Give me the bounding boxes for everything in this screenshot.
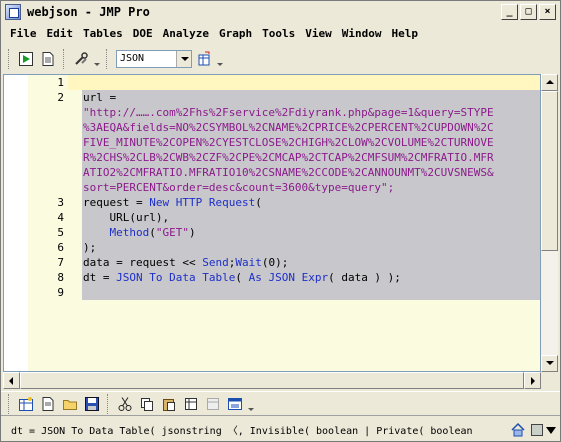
scrollbar-corner [541,372,558,389]
line-number: 6 [57,241,64,254]
code-line-5: Method("GET") [109,226,196,239]
menu-file[interactable]: File [5,27,42,40]
code-line-6: ); [83,241,97,254]
minimize-button[interactable]: _ [501,4,518,20]
menu-doe[interactable]: DOE [128,27,158,40]
close-button[interactable]: × [539,4,556,20]
horizontal-scrollbar[interactable] [3,372,541,389]
disabled-table-icon [203,394,223,414]
code-line-2: url = [83,91,117,104]
chevron-down-icon[interactable] [176,51,191,67]
scroll-down-icon[interactable] [541,355,558,372]
toolbar-grip [8,49,11,69]
menu-bar: File Edit Tables DOE Analyze Graph Tools… [1,23,560,43]
save-icon[interactable] [82,394,102,414]
toolbar-grip [8,393,11,414]
status-text: dt = JSON To Data Table( jsonstring 〈, I… [11,426,473,437]
toolbar-grip [107,393,110,414]
run-script-icon[interactable] [16,49,36,69]
new-script-icon[interactable] [38,394,58,414]
code-line-2-url: %3AEQA&fields=NO%2CSYMBOL%2CNAME%2CPRICE… [83,121,494,134]
jmp-app-icon [5,4,21,20]
menu-view[interactable]: View [300,27,337,40]
window-list-dropdown-icon[interactable] [247,394,255,414]
code-line-2-url: sort=PERCENT&order=desc&count=3600&type=… [83,181,395,194]
home-icon[interactable] [508,420,528,440]
table-combo-value: JSON [120,53,145,64]
window-list-icon[interactable] [225,394,245,414]
open-folder-icon[interactable] [60,394,80,414]
scroll-right-icon[interactable] [524,372,541,389]
line-number: 9 [57,286,64,299]
paste-icon[interactable] [159,394,179,414]
maximize-button[interactable]: □ [520,4,537,20]
line-number: 5 [57,226,64,239]
bottom-toolbar [1,391,560,415]
code-line-2-url: R%2CHS%2CLB%2CWB%2CZF%2CPE%2CMCAP%2CTCAP… [83,151,494,164]
table-combo[interactable]: JSON [116,50,192,68]
table-link-dropdown-icon[interactable] [216,49,224,69]
line-number: 1 [57,76,64,89]
status-dropdown-icon[interactable] [546,426,556,434]
script-toolbar: JSON [1,45,560,73]
script-doc-icon[interactable] [38,49,58,69]
vertical-scroll-thumb[interactable] [541,91,558,251]
menu-tables[interactable]: Tables [78,27,128,40]
table-link-icon[interactable] [194,49,214,69]
line-number: 4 [57,211,64,224]
menu-analyze[interactable]: Analyze [158,27,214,40]
menu-help[interactable]: Help [386,27,423,40]
tools-dropdown-icon[interactable] [93,49,101,69]
code-area[interactable]: url = "http://…….com%2Fhs%2Fservice%2Fdi… [68,75,540,371]
copy-icon[interactable] [137,394,157,414]
script-editor[interactable]: 1 2 3 4 5 6 7 8 9 url = "http://…….com%2… [3,74,541,372]
line-number: 3 [57,196,64,209]
window-select-icon[interactable] [531,424,543,436]
scroll-up-icon[interactable] [541,74,558,91]
line-number: 8 [57,271,64,284]
status-bar: dt = JSON To Data Table( jsonstring 〈, I… [1,415,560,441]
scroll-left-icon[interactable] [3,372,20,389]
status-controls [508,420,556,440]
menu-tools[interactable]: Tools [257,27,300,40]
line-numbers: 1 2 3 4 5 6 7 8 9 [28,75,68,371]
editor-gutter [4,75,28,371]
toolbar-grip [106,49,109,69]
menu-edit[interactable]: Edit [42,27,79,40]
title-bar: webjson - JMP Pro _ □ × [1,1,560,23]
horizontal-scroll-thumb[interactable] [20,372,524,389]
line-number: 7 [57,256,64,269]
code-line-2-url: ATIO2%2CMFRATIO.MFRATIO10%2CSNAME%2CCODE… [83,166,494,179]
tools-icon[interactable] [71,49,91,69]
code-line-7: data = request << Send;Wait(0); [83,256,289,269]
jmp-window: webjson - JMP Pro _ □ × File Edit Tables… [0,0,561,442]
toolbar-grip [63,49,66,69]
current-line-highlight [68,75,540,90]
window-controls: _ □ × [501,4,556,20]
vertical-scrollbar[interactable] [541,74,558,372]
code-line-2-url: FIVE_MINUTE%2COPEN%2CYESTCLOSE%2CHIGH%2C… [83,136,494,149]
code-line-4: URL(url), [83,211,170,224]
code-line-2-url: "http://…….com%2Fhs%2Fservice%2Fdiyrank.… [83,106,494,119]
paste-special-icon[interactable] [181,394,201,414]
code-line-8: dt = JSON To Data Table( As JSON Expr( d… [83,271,401,284]
cut-icon[interactable] [115,394,135,414]
code-line-3: request = New HTTP Request( [83,196,262,209]
menu-window[interactable]: Window [337,27,387,40]
line-number: 2 [57,91,64,104]
window-title: webjson - JMP Pro [27,5,150,19]
menu-graph[interactable]: Graph [214,27,257,40]
new-table-icon[interactable] [16,394,36,414]
